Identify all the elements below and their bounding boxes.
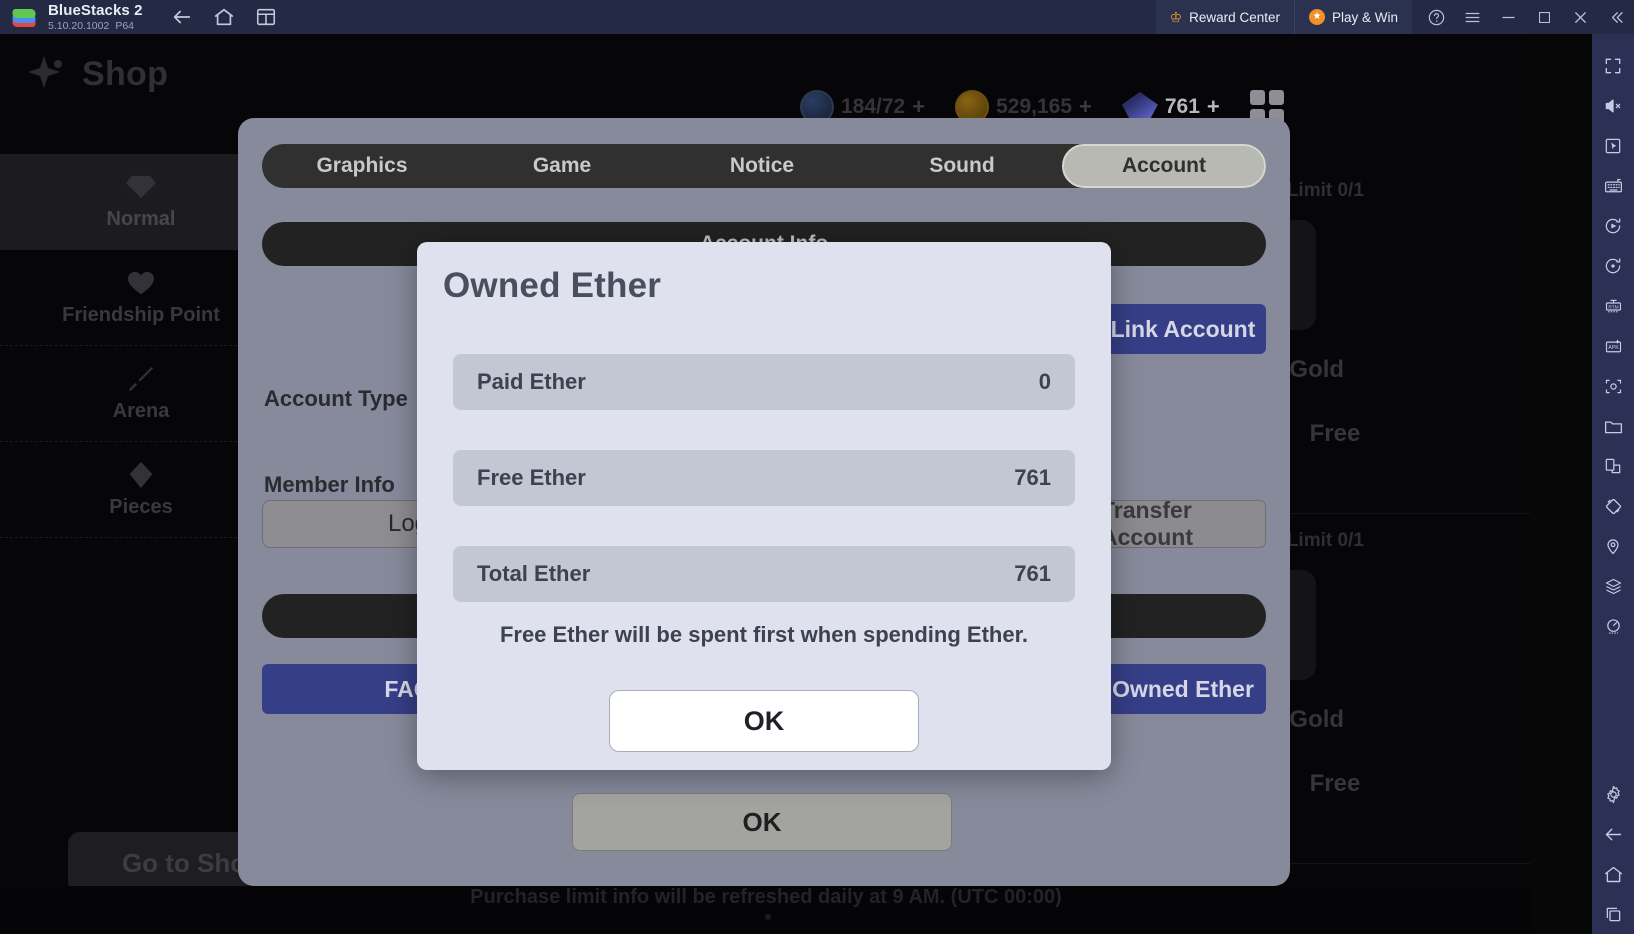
star-icon: ★ [1308,9,1325,25]
keyboard-icon[interactable] [1592,166,1634,206]
paid-ether-value: 0 [1038,369,1051,394]
transfer-account-button[interactable]: Transfer Account [1100,497,1266,550]
reward-center-label: Reward Center [1189,9,1280,25]
hamburger-menu-icon[interactable] [1454,0,1490,34]
shop-sparkle-icon [28,54,68,94]
back-icon[interactable] [171,6,193,28]
ether-row-total: Total Ether 761 [453,546,1075,602]
minimize-icon[interactable] [1490,0,1526,34]
stamina-plus-icon[interactable]: + [912,94,925,120]
tab-game[interactable]: Game [462,144,662,188]
gem-icon [127,460,155,490]
free-ether-label: Free Ether [477,465,586,490]
heart-icon [126,268,156,298]
app-name: BlueStacks 2 [48,1,143,19]
media-folder-icon[interactable] [1592,406,1634,446]
nav-dot [765,914,771,920]
titlebar-nav-icons [171,6,277,28]
tab-graphics[interactable]: Graphics [262,144,462,188]
bottom-strip: Purchase limit info will be refreshed da… [0,886,1530,934]
tab-sound[interactable]: Sound [862,144,1062,188]
gold-value: 529,165 [996,95,1073,118]
crown-icon: ♔ [1169,9,1183,25]
free-ether-value: 761 [1014,465,1051,490]
shop-header: Shop [28,54,168,94]
ether-row-list: Paid Ether 0 Free Ether 761 Total Ether … [453,354,1075,642]
multi-instance-icon[interactable] [255,6,277,28]
dialog-title: Owned Ether [443,266,662,305]
app-root: Shop 184/72 + 529,165 + 761 + Normal Fri… [0,0,1634,934]
shop-title: Shop [82,54,169,93]
tab-notice[interactable]: Notice [662,144,862,188]
titlebar: BlueStacks 2 5.10.20.1002 P64 ♔ Reward Ce… [0,0,1634,34]
play-and-win-label: Play & Win [1331,9,1398,25]
dialog-ok-button[interactable]: OK [609,690,919,752]
settings-tabs: Graphics Game Notice Sound Account [262,144,1266,188]
play-and-win-button[interactable]: ★ Play & Win [1293,0,1412,34]
ether-row-paid: Paid Ether 0 [453,354,1075,410]
collapse-sidebar-icon[interactable] [1598,0,1634,34]
member-info-label: Member Info [264,472,395,497]
shop-nav-label-pieces: Pieces [109,496,173,518]
app-title-block: BlueStacks 2 5.10.20.1002 P64 [48,3,143,32]
titlebar-right: ♔ Reward Center ★ Play & Win [1155,0,1634,34]
rotate-icon[interactable] [1592,486,1634,526]
diamond-icon [126,172,156,202]
macro-play-icon[interactable] [1592,206,1634,246]
svg-text:APK: APK [1608,345,1619,351]
tab-account[interactable]: Account [1062,144,1266,188]
shop-nav-label-friendship: Friendship Point [62,304,220,326]
owned-ether-button[interactable]: Owned Ether [1100,664,1266,714]
ether-row-free: Free Ether 761 [453,450,1075,506]
app-build: P64 [115,19,134,32]
performance-icon[interactable] [1592,606,1634,646]
close-icon[interactable] [1562,0,1598,34]
panel-footnote: Purchase limit info will be refreshed da… [470,886,1062,908]
fullscreen-icon[interactable] [1592,46,1634,86]
settings-ok-button[interactable]: OK [572,793,952,851]
account-type-label: Account Type [264,386,408,411]
app-version-row: 5.10.20.1002 P64 [48,21,143,32]
screenshot-icon[interactable] [1592,366,1634,406]
maximize-icon[interactable] [1526,0,1562,34]
cursor-icon[interactable] [1592,126,1634,166]
game-viewport: Shop 184/72 + 529,165 + 761 + Normal Fri… [0,34,1530,934]
layers-icon[interactable] [1592,566,1634,606]
shop-nav-label-arena: Arena [112,400,170,422]
dialog-note: Free Ether will be spent first when spen… [499,622,1029,647]
home-icon[interactable] [1592,854,1634,894]
reward-center-button[interactable]: ♔ Reward Center [1155,0,1294,34]
location-icon[interactable] [1592,526,1634,566]
sync-icon[interactable] [1592,246,1634,286]
bluestacks-logo-icon [10,6,40,28]
rtm-icon[interactable]: RTM [1592,286,1634,326]
stamina-value: 184/72 [841,95,906,118]
ether-plus-icon[interactable]: + [1207,94,1220,120]
multi-instance-icon[interactable] [1592,446,1634,486]
recents-icon[interactable] [1592,894,1634,934]
window-controls [1418,0,1634,34]
owned-ether-dialog: Owned Ether Paid Ether 0 Free Ether 761 … [417,242,1111,770]
shop-nav-label-normal: Normal [106,208,176,230]
home-icon[interactable] [213,6,235,28]
sword-icon [126,364,156,394]
help-icon[interactable] [1418,0,1454,34]
total-ether-label: Total Ether [477,561,591,586]
apk-install-icon[interactable]: APK [1592,326,1634,366]
settings-gear-icon[interactable] [1592,774,1634,814]
ether-value: 761 [1164,95,1200,118]
link-account-button[interactable]: Link Account [1100,304,1266,354]
gold-plus-icon[interactable]: + [1079,94,1092,120]
bluestacks-sidebar: RTM APK [1592,34,1634,934]
mute-icon[interactable] [1592,86,1634,126]
total-ether-value: 761 [1014,561,1051,586]
app-version: 5.10.20.1002 [48,19,110,32]
svg-text:RTM: RTM [1608,304,1618,310]
back-icon[interactable] [1592,814,1634,854]
paid-ether-label: Paid Ether [477,369,586,394]
